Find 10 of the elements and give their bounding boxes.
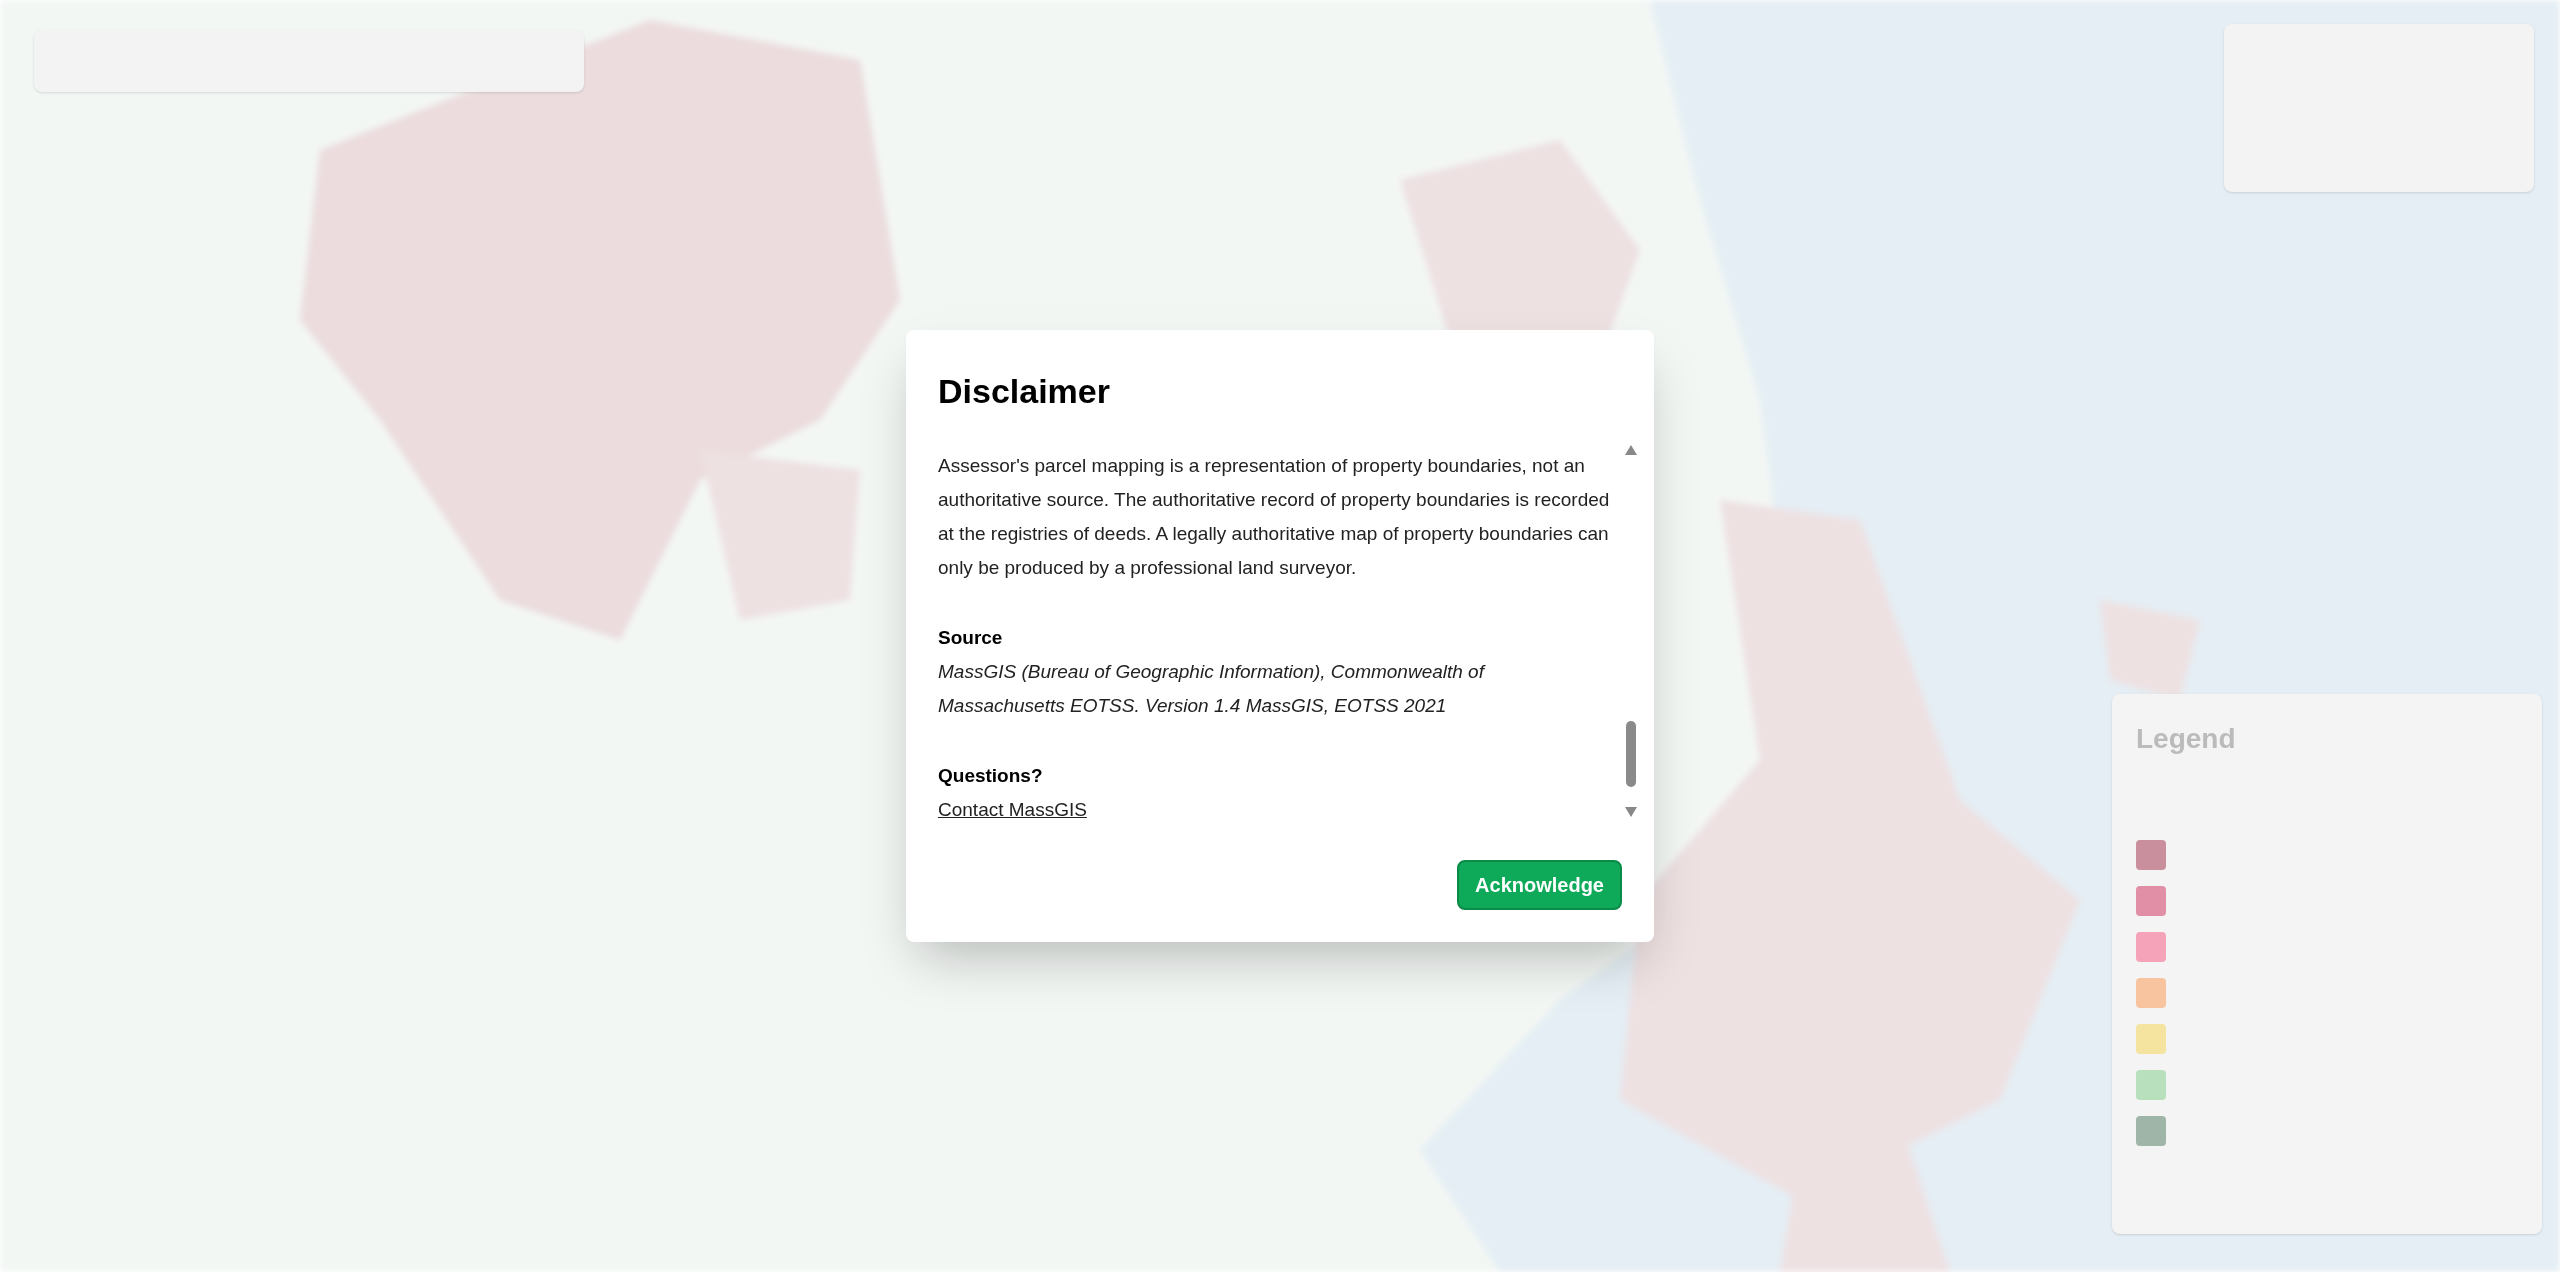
- disclaimer-text: Assessor's parcel mapping is a representation of property boundaries, not an authoritative source. The authoritative record of property boundaries is recorded at the registries of deeds. A legally authoritative map of property boundaries can only be produced by a professional land surveyor.: [938, 453, 1611, 580]
- scroll-down-icon[interactable]: [1625, 806, 1637, 817]
- section-heading: Questions?: [938, 763, 1044, 788]
- legend-title: Legend: [2136, 722, 2236, 756]
- scroll-thumb[interactable]: [1626, 720, 1636, 787]
- source-text: MassGIS (Bureau of Geographic Information), Commonwealth of Massachusetts EOTSS. Version 1.4 MassGIS, EOTSS 2021: [938, 659, 1487, 718]
- scroll-up-icon[interactable]: [1625, 444, 1637, 455]
- dialog-title: Disclaimer: [938, 371, 1111, 412]
- section-heading: Source: [938, 625, 1004, 650]
- contact-link[interactable]: Contact MassGIS: [938, 792, 1087, 827]
